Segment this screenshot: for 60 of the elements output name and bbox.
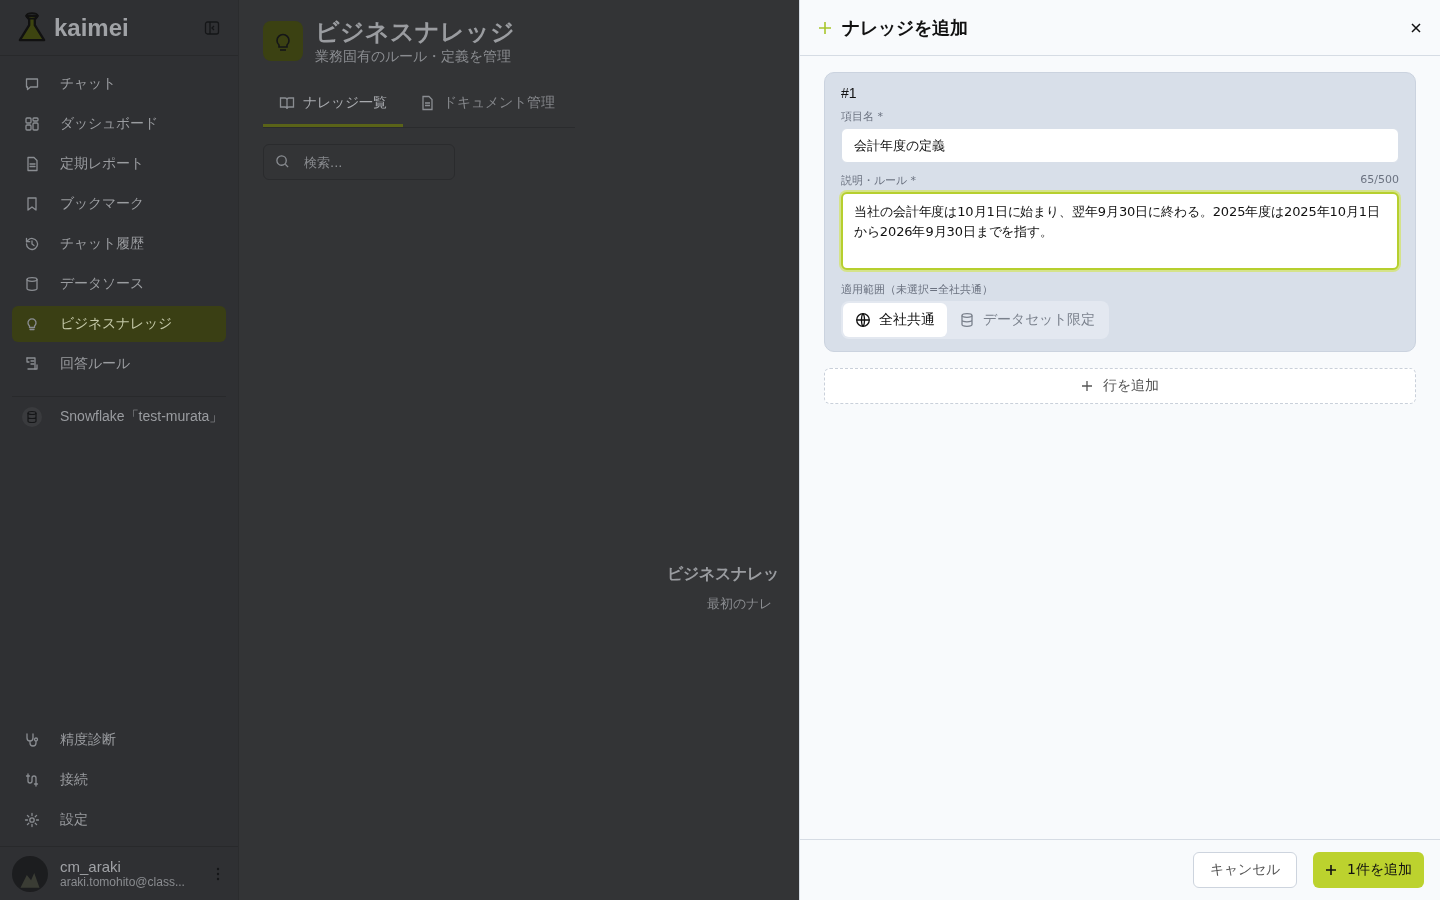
collapse-sidebar-icon[interactable] [204,19,220,36]
page-subtitle: 業務固有のルール・定義を管理 [315,48,512,66]
nav-item[interactable]: 精度診断 [12,722,226,758]
character-counter: 65/500 [1360,173,1399,188]
field-label: 説明・ルール * [841,173,916,188]
empty-state-text: 最初のナレ [707,595,772,613]
nav-item[interactable]: チャット [12,66,226,102]
empty-state-title: ビジネスナレッ [667,564,779,585]
nav-icon [24,76,40,92]
lightbulb-icon [263,21,303,61]
field-label: 適用範囲（未選択=全社共通） [841,282,995,297]
nav-item[interactable]: 定期レポート [12,146,226,182]
globe-icon [855,312,871,328]
nav-icon [24,772,40,788]
nav-item[interactable]: 設定 [12,802,226,838]
scope-option[interactable]: 全社共通 [843,303,947,337]
tab-icon [279,95,295,111]
input-field[interactable]: 会計年度の定義 [841,128,1399,163]
nav-icon [24,156,40,172]
avatar [12,855,48,892]
nav-item[interactable]: ブックマーク [12,186,226,222]
plus-icon [818,20,832,35]
nav-icon [24,196,40,212]
close-icon[interactable] [1410,21,1422,34]
cancel-button[interactable]: キャンセル [1193,852,1298,888]
nav-item[interactable]: ダッシュボード [12,106,226,142]
nav-icon [24,356,40,372]
tab-icon [419,95,435,111]
logo-icon [18,11,46,44]
nav-item[interactable]: 接続 [12,762,226,798]
field-label: 項目名 * [841,109,884,124]
nav-item[interactable]: 回答ルール [12,346,226,382]
data-source-item[interactable]: Snowflake「test-murata」 [12,396,226,427]
add-row-button[interactable]: 行を追加 [824,368,1416,404]
nav-icon [24,116,40,132]
nav-icon [24,276,40,292]
submit-button[interactable]: 1件を追加 [1313,852,1424,888]
user-email: araki.tomohito@class... [60,875,186,889]
nav-item[interactable]: チャット履歴 [12,226,226,262]
entry-number: #1 [841,85,858,101]
scope-option[interactable]: データセット限定 [947,303,1107,337]
nav-item[interactable]: データソース [12,266,226,302]
drawer-title: ナレッジを追加 [842,15,969,40]
database-icon [22,407,42,427]
nav-icon [24,316,40,332]
nav-icon [24,732,40,748]
logo-text: kaimei [54,13,130,42]
nav-icon [24,812,40,828]
plus-icon [1325,864,1338,876]
user-name: cm_araki [60,858,122,875]
text-area[interactable]: 当社の会計年度は10月1日に始まり、翌年9月30日に終わる。2025年度は2025年10月1日から2026年9月30日までを指す。 [841,192,1399,270]
nav-item[interactable]: ビジネスナレッジ [12,306,226,342]
tab[interactable]: ナレッジ一覧 [263,84,403,127]
plus-icon [1081,380,1093,392]
page-title: ビジネスナレッジ [315,17,515,48]
search-field[interactable]: 検索... [263,144,455,180]
database-icon [959,312,975,328]
tab[interactable]: ドキュメント管理 [403,84,571,127]
nav-icon [24,236,40,252]
search-icon [275,154,290,169]
